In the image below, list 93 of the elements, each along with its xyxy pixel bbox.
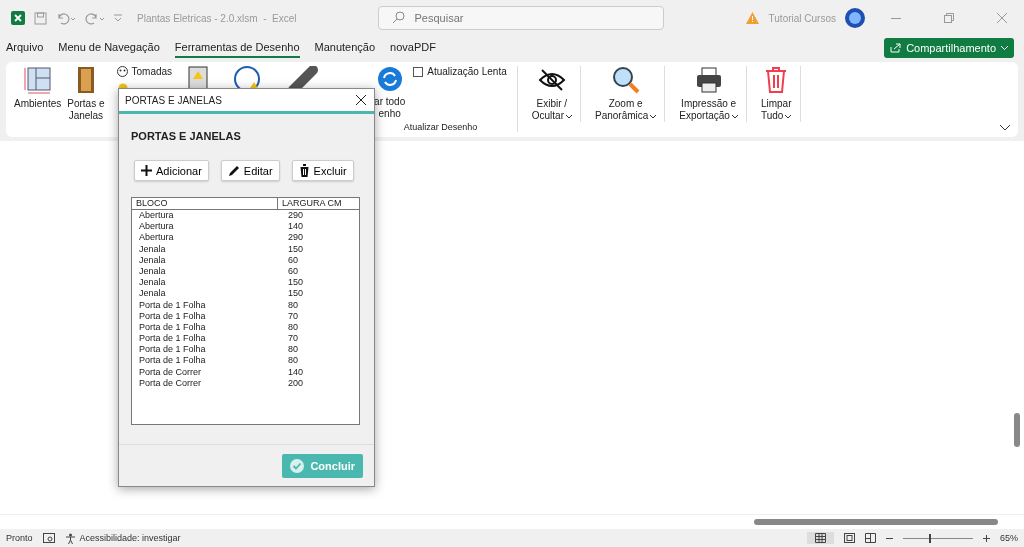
list-cell[interactable]: 140 [284, 366, 359, 378]
scroll-thumb[interactable] [1014, 413, 1020, 447]
macro-icon[interactable] [42, 533, 55, 543]
list-cell[interactable]: Porta de Correr [132, 366, 284, 378]
ribbon-tab[interactable]: Manutenção [314, 38, 376, 58]
ribbon-tab[interactable]: Arquivo [6, 38, 44, 58]
caret-icon [785, 115, 792, 119]
page-break-icon[interactable] [865, 533, 876, 543]
list-cell[interactable]: Abertura [132, 221, 284, 233]
trash-icon [764, 66, 789, 94]
close-icon[interactable] [356, 95, 366, 105]
list-cell[interactable]: Jenala [132, 288, 284, 300]
column-header[interactable]: LARGURA CM [278, 198, 359, 209]
list-cell[interactable]: Porta de 1 Folha [132, 333, 284, 345]
magnifier-icon [611, 66, 640, 94]
dialog-button[interactable]: Excluir [291, 160, 354, 181]
user-name: Tutorial Cursos [768, 12, 836, 24]
ribbon-label[interactable]: Exibir / Ocultar [531, 98, 572, 122]
normal-view-icon[interactable] [815, 533, 826, 543]
trash-icon [298, 164, 310, 177]
ribbon-label[interactable]: Ambientes [14, 98, 62, 110]
accessibility-icon[interactable] [64, 532, 76, 544]
slider-thumb[interactable] [928, 533, 931, 543]
list-cell[interactable]: Porta de 1 Folha [132, 299, 284, 311]
list-cell[interactable]: 140 [284, 221, 359, 233]
scroll-thumb[interactable] [754, 519, 998, 525]
list-cell[interactable]: Porta de 1 Folha [132, 310, 284, 322]
share-button[interactable]: Compartilhamento [884, 38, 1014, 58]
dialog-heading: PORTAS E JANELAS [131, 130, 242, 142]
door-icon [76, 66, 95, 94]
search-field[interactable]: Pesquisar [377, 6, 664, 30]
list-cell[interactable]: 80 [284, 355, 359, 367]
check-circle-icon [290, 458, 305, 473]
group-label: Atualizar Desenho [403, 122, 478, 132]
ribbon-label[interactable]: Zoom e Panorâmica [594, 98, 657, 122]
collapse-ribbon-icon[interactable] [1000, 125, 1010, 131]
list-cell[interactable]: Jenala [132, 265, 284, 278]
list-cell[interactable]: 150 [284, 243, 359, 255]
dialog-title: PORTAS E JANELAS [125, 94, 222, 106]
ribbon-label[interactable]: Limpar Tudo [760, 98, 792, 122]
share-icon [890, 43, 902, 53]
ribbon-label[interactable]: Tomadas [131, 66, 173, 77]
list-cell[interactable]: Porta de 1 Folha [132, 344, 284, 356]
list-cell[interactable]: 60 [284, 254, 359, 266]
list-cell[interactable]: Jenala [132, 243, 284, 255]
column-header[interactable]: BLOCO [132, 198, 278, 209]
list-cell[interactable]: 70 [284, 310, 359, 322]
list-cell[interactable]: 80 [284, 321, 359, 334]
caret-icon [1001, 46, 1008, 50]
list-cell[interactable]: Jenala [132, 277, 284, 289]
excel-logo-icon [11, 11, 25, 25]
ribbon-label[interactable]: ar todo enho [374, 96, 406, 120]
accessibility-status[interactable]: Acessibilidade: investigar [79, 533, 181, 543]
plus-icon [141, 165, 152, 176]
caret-icon [650, 115, 657, 119]
list-cell[interactable]: Porta de 1 Folha [132, 321, 284, 334]
page-layout-icon[interactable] [844, 533, 855, 543]
refresh-icon [376, 66, 403, 92]
ribbon-label[interactable]: Impressão e Exportação [679, 98, 738, 122]
checkbox-label: Atualização Lenta [427, 66, 507, 77]
list-cell[interactable]: 150 [284, 288, 359, 300]
dialog-button[interactable]: Adicionar [134, 160, 209, 181]
list-cell[interactable]: 290 [284, 210, 359, 222]
list-cell[interactable]: Abertura [132, 210, 284, 222]
list-cell[interactable]: 70 [284, 333, 359, 345]
floor-plan-icon [23, 66, 52, 94]
socket-icon [116, 66, 128, 77]
list-cell[interactable]: 60 [284, 265, 359, 278]
list-cell[interactable]: Abertura [132, 232, 284, 244]
list-box[interactable] [131, 197, 360, 425]
pencil-icon [227, 164, 240, 177]
list-cell[interactable]: Porta de 1 Folha [132, 355, 284, 367]
avatar-icon[interactable] [845, 8, 865, 28]
ribbon-label[interactable]: Portas e Janelas [67, 98, 105, 122]
status-text: Pronto [6, 533, 33, 543]
caret-icon [565, 115, 572, 119]
dialog-button[interactable]: Editar [220, 160, 280, 181]
list-cell[interactable]: 200 [284, 377, 359, 389]
list-cell[interactable]: 80 [284, 299, 359, 311]
list-cell[interactable]: 150 [284, 277, 359, 289]
zoom-in-icon[interactable] [983, 534, 990, 542]
list-cell[interactable]: Jenala [132, 254, 284, 266]
printer-icon [694, 66, 723, 94]
checkbox[interactable] [413, 66, 424, 77]
window-title: Plantas Eletricas - 2.0.xlsm - Excel [137, 12, 297, 24]
caret-icon [731, 115, 738, 119]
ribbon-tab[interactable]: novaPDF [390, 38, 436, 58]
zoom-level[interactable]: 65% [1000, 533, 1018, 543]
list-cell[interactable]: Porta de Correr [132, 377, 284, 389]
ribbon-tab[interactable]: Menu de Navegação [58, 38, 160, 58]
list-cell[interactable]: 290 [284, 232, 359, 244]
list-cell[interactable]: 80 [284, 344, 359, 356]
ribbon-tab[interactable]: Ferramentas de Desenho [174, 38, 300, 58]
